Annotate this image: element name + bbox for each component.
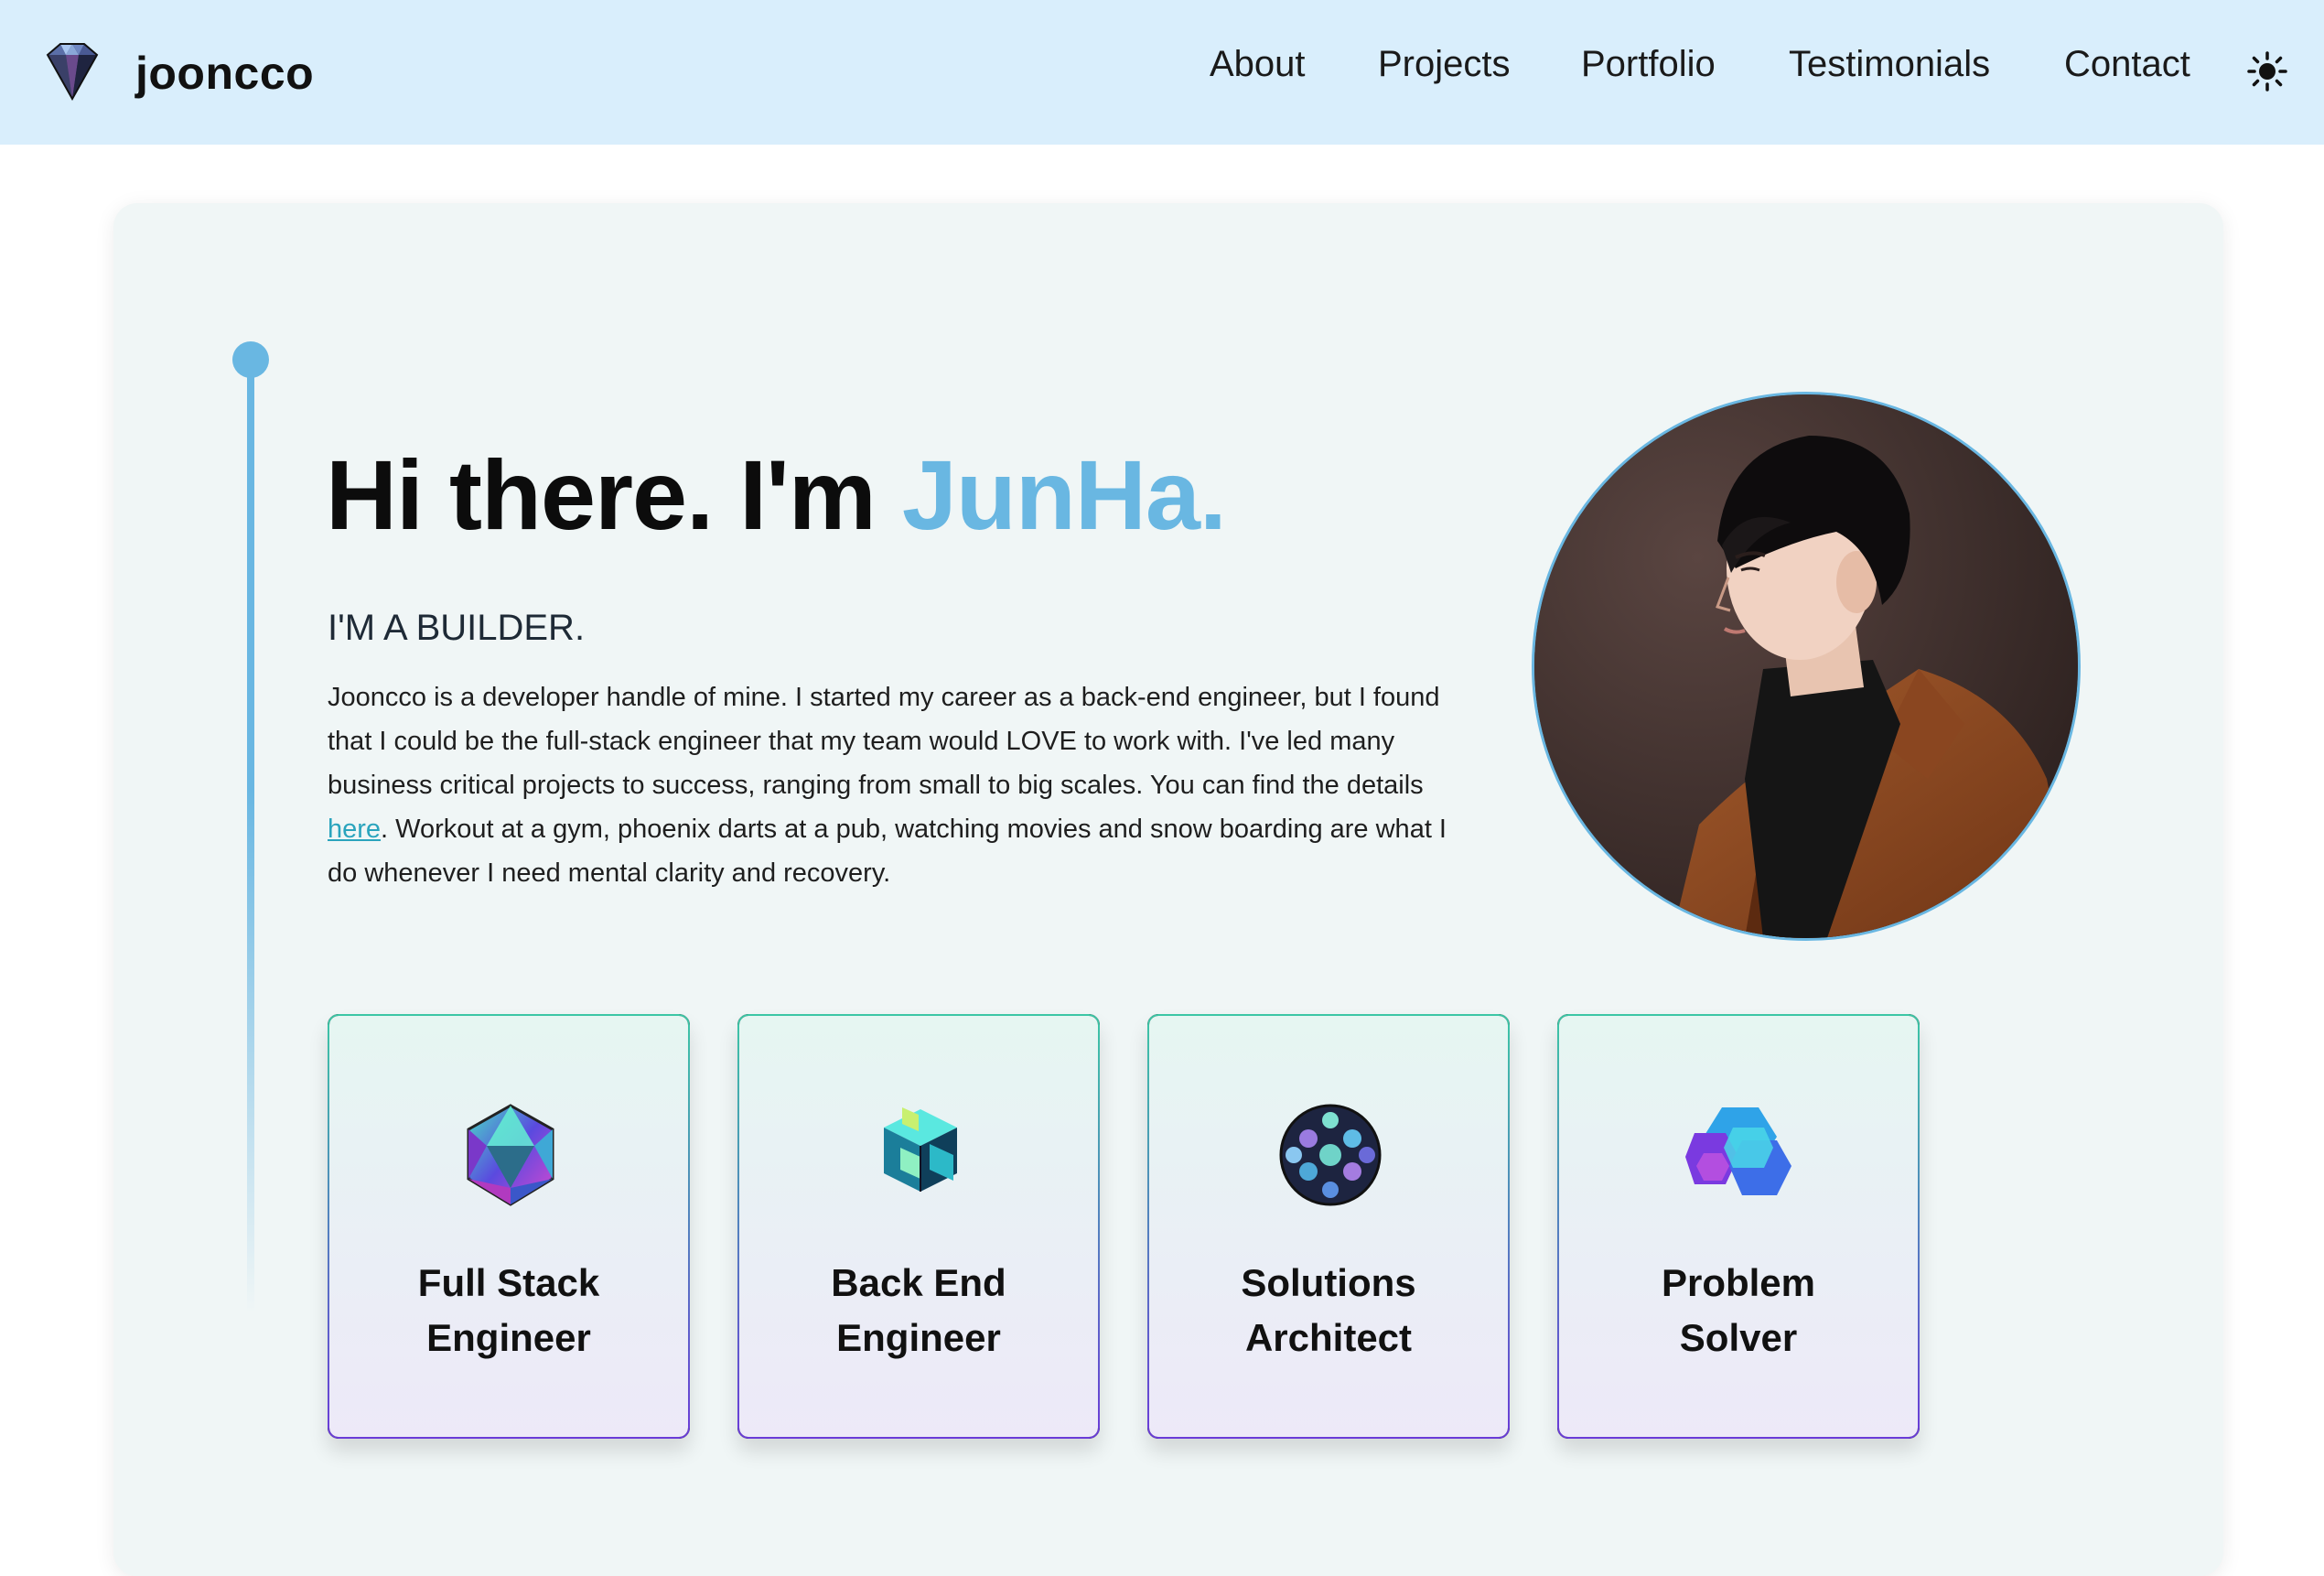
icosahedron-icon — [456, 1100, 565, 1210]
role-title-line1: Solutions — [1241, 1261, 1416, 1304]
role-title: Full Stack Engineer — [329, 1256, 688, 1366]
hero-bio: Jooncco is a developer handle of mine. I… — [328, 675, 1462, 895]
nav-link-testimonials[interactable]: Testimonials — [1789, 44, 1990, 85]
role-title: Problem Solver — [1559, 1256, 1918, 1366]
role-title-line2: Engineer — [836, 1316, 1001, 1359]
nav-links: About Projects Portfolio Testimonials Co… — [0, 44, 2324, 99]
bio-text-after-link: . Workout at a gym, phoenix darts at a p… — [328, 815, 1447, 888]
sun-icon[interactable] — [2247, 51, 2287, 92]
top-nav: jooncco About Projects Portfolio Testimo… — [0, 0, 2324, 145]
details-link[interactable]: here — [328, 815, 381, 844]
hero-subtitle: I'M A BUILDER. — [328, 608, 586, 648]
role-title: Back End Engineer — [739, 1256, 1098, 1366]
avatar — [1532, 392, 2081, 941]
role-title-line1: Back End — [831, 1261, 1006, 1304]
role-title-line1: Problem — [1661, 1261, 1816, 1304]
role-title-line1: Full Stack — [417, 1261, 600, 1304]
role-card-problem-solver: Problem Solver — [1557, 1014, 1920, 1439]
nav-link-about[interactable]: About — [1210, 44, 1306, 85]
role-title-line2: Engineer — [426, 1316, 591, 1359]
hero-greeting: Hi there. I'm — [326, 439, 902, 550]
role-title-line2: Architect — [1244, 1316, 1413, 1359]
bio-text-before-link: Jooncco is a developer handle of mine. I… — [328, 683, 1440, 800]
nav-link-projects[interactable]: Projects — [1378, 44, 1511, 85]
role-card-full-stack: Full Stack Engineer — [328, 1014, 690, 1439]
role-title: Solutions Architect — [1149, 1256, 1508, 1366]
cubes-icon — [866, 1100, 975, 1210]
nav-link-contact[interactable]: Contact — [2064, 44, 2190, 85]
nav-link-portfolio[interactable]: Portfolio — [1581, 44, 1716, 85]
timeline-line — [247, 362, 254, 1313]
hero-headline: Hi there. I'm JunHa. — [326, 437, 1227, 552]
puzzle-cubes-icon — [1685, 1100, 1795, 1210]
role-title-line2: Solver — [1679, 1316, 1798, 1359]
role-card-solutions-architect: Solutions Architect — [1147, 1014, 1510, 1439]
sphere-icon — [1275, 1100, 1385, 1210]
role-card-back-end: Back End Engineer — [737, 1014, 1100, 1439]
hero-name: JunHa. — [901, 439, 1227, 550]
